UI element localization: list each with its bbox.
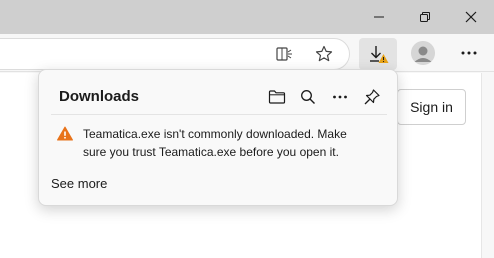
downloads-button[interactable] <box>359 38 397 70</box>
star-icon <box>315 45 333 62</box>
favorite-button[interactable] <box>310 40 338 68</box>
warning-icon <box>57 126 73 146</box>
address-bar[interactable] <box>0 38 350 70</box>
pin-downloads-button[interactable] <box>359 84 385 110</box>
downloads-more-options-button[interactable] <box>327 84 353 110</box>
immersive-reader-icon <box>276 47 292 61</box>
minimize-button[interactable] <box>356 0 402 34</box>
open-downloads-folder-button[interactable] <box>264 84 290 110</box>
minimize-icon <box>374 16 384 18</box>
browser-toolbar <box>0 34 494 72</box>
flyout-divider <box>51 114 387 115</box>
close-button[interactable] <box>448 0 494 34</box>
search-downloads-button[interactable] <box>295 84 321 110</box>
restore-icon <box>420 12 430 22</box>
immersive-reader-button[interactable] <box>271 40 299 68</box>
downloads-flyout: Downloads Teamatica.exe isn't commonly d… <box>38 69 398 206</box>
download-warning-icon <box>370 46 389 63</box>
search-icon <box>301 90 315 104</box>
download-warning-message[interactable]: Teamatica.exe isn't commonly downloaded.… <box>83 125 373 161</box>
pin-icon <box>364 89 380 105</box>
more-icon <box>461 51 477 55</box>
profile-avatar-icon <box>411 41 435 65</box>
downloads-title: Downloads <box>59 88 140 105</box>
title-bar <box>0 0 494 34</box>
more-icon <box>333 95 347 99</box>
see-more-link[interactable]: See more <box>51 176 107 191</box>
settings-more-button[interactable] <box>455 39 483 67</box>
sign-in-button[interactable]: Sign in <box>397 89 466 125</box>
close-icon <box>465 11 477 23</box>
restore-button[interactable] <box>402 0 448 34</box>
folder-icon <box>268 90 286 104</box>
profile-button[interactable] <box>411 41 435 65</box>
